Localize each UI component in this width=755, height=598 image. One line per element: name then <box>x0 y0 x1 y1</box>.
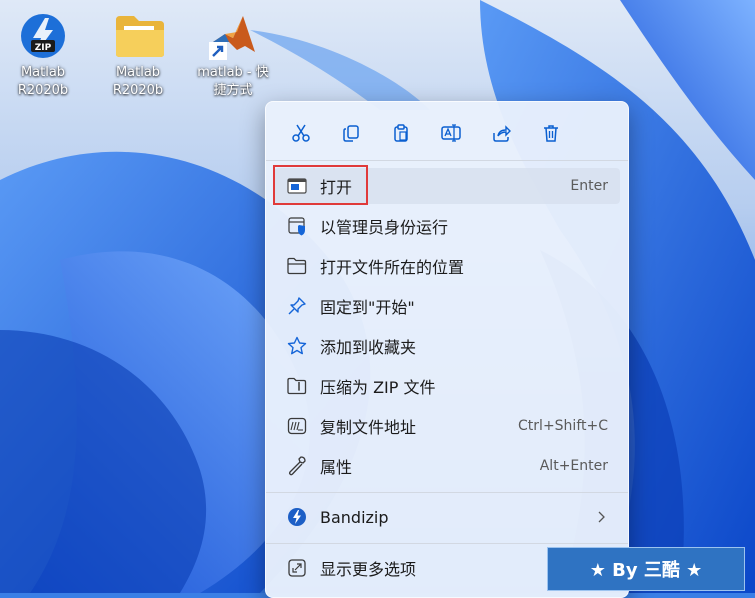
rename-button[interactable] <box>426 116 476 150</box>
trash-icon <box>544 125 558 142</box>
desktop-icon-label: matlab - 快 捷方式 <box>197 65 269 98</box>
menu-item-open-file-location[interactable]: 打开文件所在的位置 <box>274 248 620 284</box>
desktop-icon-matlab-shortcut[interactable]: matlab - 快 捷方式 <box>191 2 275 100</box>
menu-item-label: 固定到"开始" <box>320 298 415 317</box>
svg-text:ZIP: ZIP <box>35 43 52 53</box>
menu-item-bandizip[interactable]: Bandizip <box>274 499 620 535</box>
rename-icon <box>441 124 461 142</box>
menu-item-shortcut: Alt+Enter <box>539 458 608 474</box>
menu-item-pin-to-start[interactable]: 固定到"开始" <box>274 288 620 324</box>
copy-path-icon <box>284 416 310 436</box>
watermark-text: ★ By 三酷 ★ <box>589 560 703 581</box>
share-icon <box>493 125 511 142</box>
desktop-icon-matlab-folder[interactable]: Matlab R2020b <box>96 2 180 100</box>
chevron-right-icon <box>598 511 605 523</box>
menu-item-label: 打开文件所在的位置 <box>320 258 465 277</box>
zip-folder-icon <box>284 376 310 396</box>
zip-archive-icon: ZIP <box>19 12 67 60</box>
scissors-icon <box>292 124 310 142</box>
menu-item-label: Bandizip <box>320 507 389 527</box>
menu-item-properties[interactable]: 属性 Alt+Enter <box>274 448 620 484</box>
menu-item-add-to-favorites[interactable]: 添加到收藏夹 <box>274 328 620 364</box>
clipboard-icon <box>394 124 408 142</box>
desktop-icon-label: Matlab R2020b <box>112 65 164 98</box>
context-menu-toolbar <box>276 116 576 150</box>
bandizip-icon <box>284 507 310 527</box>
menu-item-label: 属性 <box>320 458 353 477</box>
matlab-shortcut-icon <box>209 12 257 60</box>
more-options-icon <box>284 558 310 578</box>
menu-item-compress-zip[interactable]: 压缩为 ZIP 文件 <box>274 368 620 404</box>
cut-button[interactable] <box>276 116 326 150</box>
copy-button[interactable] <box>326 116 376 150</box>
menu-item-shortcut: Enter <box>570 178 608 194</box>
admin-shield-icon <box>284 216 310 236</box>
toolbar-separator <box>266 160 628 161</box>
folder-open-icon <box>284 256 310 276</box>
menu-item-run-as-admin[interactable]: 以管理员身份运行 <box>274 208 620 244</box>
desktop-icon-label: Matlab R2020b <box>17 65 69 98</box>
menu-item-label: 以管理员身份运行 <box>320 218 449 237</box>
pin-icon <box>284 296 310 316</box>
menu-item-shortcut: Ctrl+Shift+C <box>518 418 608 434</box>
menu-item-label: 复制文件地址 <box>320 418 417 437</box>
share-button[interactable] <box>476 116 526 150</box>
menu-separator <box>266 492 628 493</box>
menu-separator <box>266 543 628 544</box>
paste-button[interactable] <box>376 116 426 150</box>
menu-item-copy-as-path[interactable]: 复制文件地址 Ctrl+Shift+C <box>274 408 620 444</box>
wrench-icon <box>284 456 310 476</box>
copy-icon <box>343 125 359 142</box>
folder-icon <box>114 12 164 60</box>
delete-button[interactable] <box>526 116 576 150</box>
highlight-annotation <box>273 165 368 205</box>
desktop-icon-matlab-zip[interactable]: ZIP Matlab R2020b <box>1 2 85 100</box>
watermark-badge: ★ By 三酷 ★ <box>547 547 745 591</box>
menu-item-label: 添加到收藏夹 <box>320 338 417 357</box>
star-icon <box>284 336 310 356</box>
menu-item-label: 压缩为 ZIP 文件 <box>320 378 436 397</box>
